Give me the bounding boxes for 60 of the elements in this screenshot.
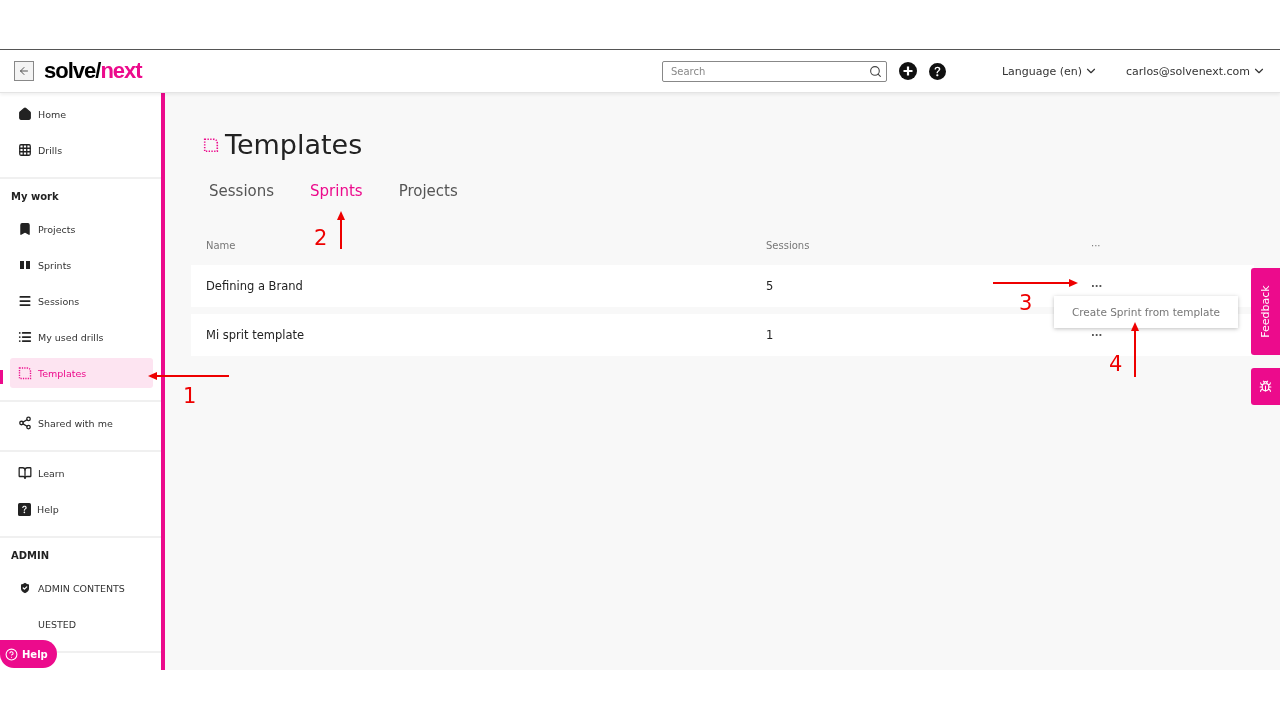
shield-icon	[18, 581, 32, 595]
section-heading: ADMIN	[10, 549, 51, 563]
list-icon	[18, 330, 32, 344]
annotation-number: 3	[1019, 291, 1033, 315]
column-header: Sessions	[766, 240, 810, 251]
search-field[interactable]: Search	[661, 60, 887, 82]
add-button[interactable]	[898, 62, 917, 80]
menu-icon	[18, 294, 32, 308]
back-arrow-icon	[18, 65, 30, 77]
tab[interactable]: Projects	[398, 182, 458, 200]
annotation-number: 4	[1109, 352, 1123, 376]
table-cell: Defining a Brand	[206, 279, 303, 293]
annotation-number: 1	[183, 384, 197, 408]
sidebar-item[interactable]: Help	[10, 494, 153, 524]
help-icon	[5, 647, 18, 661]
back-button[interactable]	[14, 61, 34, 81]
sidebar-item[interactable]: ADMIN CONTENTS	[10, 573, 153, 603]
help-button[interactable]	[928, 62, 946, 80]
bookmark-icon	[18, 222, 32, 236]
sidebar-item[interactable]: Shared with me	[10, 408, 153, 438]
column-header: ···	[1091, 240, 1101, 251]
page-title: Templates	[225, 129, 363, 160]
column-header: Name	[206, 240, 236, 251]
more-button[interactable]: ···	[1091, 280, 1103, 292]
bug-icon	[1259, 380, 1272, 393]
menu-item[interactable]: Create Sprint from template	[1065, 305, 1227, 319]
sidebar-item[interactable]: Sessions	[10, 286, 153, 316]
tab[interactable]: Sessions	[209, 182, 275, 200]
sidebar-item[interactable]: Projects	[10, 214, 153, 244]
share-icon	[18, 416, 32, 430]
book-icon	[18, 466, 32, 480]
sidebar-item[interactable]: Learn	[10, 458, 153, 488]
help-icon	[18, 502, 31, 516]
help-chat-button[interactable]: Help	[0, 640, 57, 668]
sidebar-item[interactable]: UESTED	[10, 609, 153, 639]
columns-icon	[18, 258, 32, 272]
annotation-arrow	[336, 211, 346, 249]
table-cell: 1	[766, 328, 774, 342]
sidebar-item[interactable]: Home	[10, 99, 153, 129]
annotation-number: 2	[314, 226, 328, 250]
sidebar-item[interactable]: Templates	[10, 358, 153, 388]
home-icon	[18, 107, 32, 121]
sidebar-item[interactable]: My used drills	[10, 322, 153, 352]
sidebar-item[interactable]: Drills	[10, 135, 153, 165]
template-icon	[18, 366, 32, 380]
more-button[interactable]: ···	[1091, 329, 1103, 341]
logo: solve/next	[44, 58, 142, 84]
bug-report-button[interactable]	[1251, 368, 1280, 405]
template-icon	[203, 136, 219, 153]
grid-icon	[18, 143, 32, 157]
feedback-tab[interactable]: Feedback	[1251, 268, 1280, 355]
search-icon	[868, 64, 882, 78]
section-heading: My work	[10, 190, 60, 204]
tab[interactable]: Sprints	[310, 182, 363, 200]
user-menu[interactable]: carlos@solvenext.com	[1126, 64, 1266, 78]
annotation-arrow	[1130, 322, 1140, 377]
sidebar-item[interactable]: Sprints	[10, 250, 153, 280]
language-dropdown[interactable]: Language (en)	[1001, 64, 1098, 78]
table-cell: 5	[766, 279, 774, 293]
table-cell: Mi sprit template	[206, 328, 305, 342]
